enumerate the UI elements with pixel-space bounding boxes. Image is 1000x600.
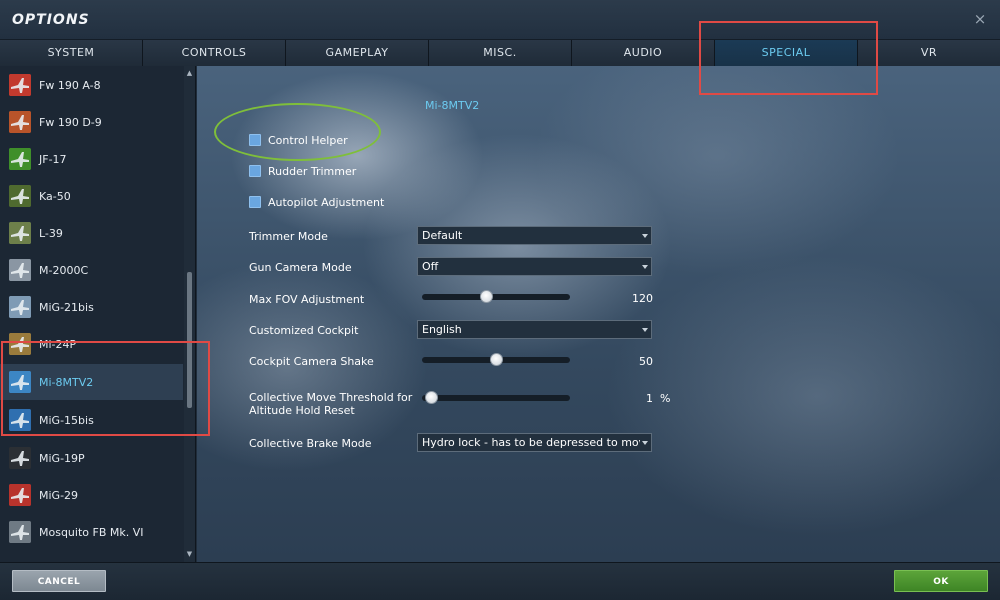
gun-camera-mode-label: Gun Camera Mode (249, 261, 352, 274)
max-fov-label: Max FOV Adjustment (249, 293, 365, 306)
ka50-helicopter-icon (9, 185, 31, 207)
tab-audio[interactable]: AUDIO (572, 40, 715, 66)
sidebar-item[interactable]: Fw 190 D-9 (0, 104, 183, 140)
sidebar-item[interactable]: Ka-50 (0, 178, 183, 214)
collective-threshold-label: Collective Move Threshold for Altitude H… (249, 391, 412, 417)
control-helper-highlight-ellipse (214, 103, 381, 161)
sidebar-item[interactable]: JF-17 (0, 141, 183, 177)
tab-system[interactable]: SYSTEM (0, 40, 143, 66)
gun-camera-mode-value: Off (422, 260, 439, 273)
mig29-aircraft-icon (9, 484, 31, 506)
m2000c-aircraft-icon (9, 259, 31, 281)
sidebar-item[interactable]: MiG-29 (0, 477, 183, 513)
sidebar-item-label: JF-17 (39, 152, 67, 166)
sidebar-item-label: M-2000C (39, 263, 89, 277)
sidebar-item[interactable]: MiG-19P (0, 440, 183, 476)
collective-threshold-label-line2: Altitude Hold Reset (249, 404, 355, 417)
max-fov-slider-knob[interactable] (480, 290, 493, 303)
bottom-bar: CANCEL OK (0, 562, 1000, 600)
collective-threshold-unit: % (660, 392, 671, 405)
sidebar-item-label: MiG-21bis (39, 300, 94, 314)
sidebar-item[interactable]: MiG-21bis (0, 289, 183, 325)
sidebar-item[interactable]: M-2000C (0, 252, 183, 288)
rudder-trimmer-checkbox[interactable] (249, 165, 261, 177)
tab-vr[interactable]: VR (858, 40, 1000, 66)
camera-shake-slider[interactable] (422, 353, 570, 366)
sidebar-item-label: MiG-19P (39, 451, 85, 465)
trimmer-mode-value: Default (422, 229, 463, 242)
gun-camera-mode-select[interactable]: Off (417, 257, 652, 276)
collective-threshold-slider[interactable] (422, 391, 570, 404)
autopilot-adjustment-label: Autopilot Adjustment (268, 195, 385, 209)
special-tab-highlight-box (699, 21, 878, 95)
l39-aircraft-icon (9, 222, 31, 244)
customized-cockpit-select[interactable]: English (417, 320, 652, 339)
tab-gameplay[interactable]: GAMEPLAY (286, 40, 429, 66)
sidebar-item[interactable]: L-39 (0, 215, 183, 251)
collective-brake-label: Collective Brake Mode (249, 437, 372, 450)
sidebar-item-label: Fw 190 A-8 (39, 78, 101, 92)
collective-brake-value: Hydro lock - has to be depressed to move… (422, 436, 640, 449)
camera-shake-slider-knob[interactable] (490, 353, 503, 366)
scroll-down-icon[interactable]: ▼ (184, 549, 195, 559)
camera-shake-value: 50 (639, 355, 653, 368)
fw190a8-aircraft-icon (9, 74, 31, 96)
collective-brake-select[interactable]: Hydro lock - has to be depressed to move… (417, 433, 652, 452)
sidebar-item[interactable]: Fw 190 A-8 (0, 67, 183, 103)
jf17-aircraft-icon (9, 148, 31, 170)
ok-button[interactable]: OK (894, 570, 988, 592)
sidebar-item-label: Mosquito FB Mk. VI (39, 525, 144, 539)
mi8-module-highlight-box (1, 341, 210, 436)
rudder-trimmer-label: Rudder Trimmer (268, 164, 357, 178)
autopilot-adjustment-checkbox[interactable] (249, 196, 261, 208)
max-fov-slider[interactable] (422, 290, 570, 303)
max-fov-value: 120 (632, 292, 653, 305)
chevron-down-icon (642, 328, 648, 332)
rudder-trimmer-checkbox-row[interactable]: Rudder Trimmer (249, 163, 356, 179)
collective-threshold-label-line1: Collective Move Threshold for (249, 391, 413, 404)
collective-threshold-slider-knob[interactable] (425, 391, 438, 404)
mig19-aircraft-icon (9, 447, 31, 469)
chevron-down-icon (642, 265, 648, 269)
tab-controls[interactable]: CONTROLS (143, 40, 286, 66)
module-sidebar: Fw 190 A-8 Fw 190 D-9 JF-17 Ka-50 L-39 M-2000… (0, 66, 196, 562)
cancel-button[interactable]: CANCEL (12, 570, 106, 592)
sidebar-item-label: L-39 (39, 226, 63, 240)
module-list: Fw 190 A-8 Fw 190 D-9 JF-17 Ka-50 L-39 M-2000… (0, 66, 183, 562)
scroll-up-icon[interactable]: ▲ (184, 68, 195, 78)
chevron-down-icon (642, 234, 648, 238)
close-icon[interactable]: × (972, 10, 988, 28)
sidebar-item-label: Ka-50 (39, 189, 71, 203)
camera-shake-label: Cockpit Camera Shake (249, 355, 374, 368)
autopilot-adjustment-checkbox-row[interactable]: Autopilot Adjustment (249, 194, 384, 210)
tab-misc[interactable]: MISC. (429, 40, 572, 66)
sidebar-item-label: Fw 190 D-9 (39, 115, 102, 129)
sidebar-item[interactable]: Mosquito FB Mk. VI (0, 514, 183, 550)
trimmer-mode-select[interactable]: Default (417, 226, 652, 245)
mosquito-aircraft-icon (9, 521, 31, 543)
customized-cockpit-label: Customized Cockpit (249, 324, 359, 337)
trimmer-mode-label: Trimmer Mode (249, 230, 328, 243)
mig21-aircraft-icon (9, 296, 31, 318)
window-title: OPTIONS (12, 12, 90, 28)
collective-threshold-value: 1 (646, 392, 653, 405)
chevron-down-icon (642, 441, 648, 445)
module-section-title: Mi-8MTV2 (425, 99, 480, 112)
sidebar-item-label: MiG-29 (39, 488, 79, 502)
customized-cockpit-value: English (422, 323, 462, 336)
fw190d9-dora-icon (9, 111, 31, 133)
sidebar-scrollbar[interactable]: ▲ ▼ (184, 66, 195, 562)
